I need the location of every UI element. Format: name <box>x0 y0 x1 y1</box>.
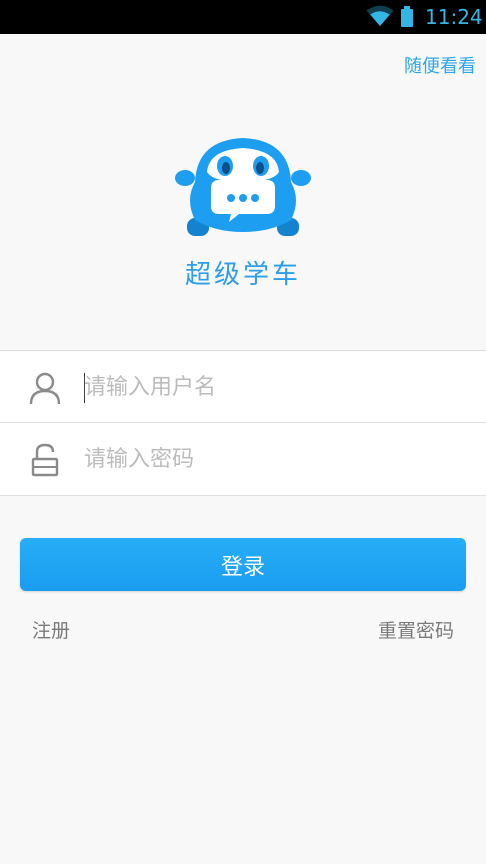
username-row <box>0 351 486 422</box>
app-logo-car-icon <box>175 138 311 236</box>
status-bar: 11:24 <box>0 0 486 34</box>
status-time: 11:24 <box>425 5 483 29</box>
reset-password-link[interactable]: 重置密码 <box>378 616 454 643</box>
user-icon <box>29 372 61 405</box>
register-link[interactable]: 注册 <box>32 616 70 643</box>
username-input[interactable] <box>84 365 464 409</box>
wifi-icon <box>366 5 394 26</box>
app-name: 超级学车 <box>184 260 301 290</box>
password-input[interactable] <box>84 437 464 481</box>
text-cursor <box>84 373 85 403</box>
password-row <box>0 423 486 494</box>
battery-icon <box>401 6 413 27</box>
browse-as-guest-link[interactable]: 随便看看 <box>404 52 476 78</box>
unlock-icon <box>31 443 59 477</box>
login-button[interactable]: 登录 <box>20 538 466 591</box>
login-form <box>0 350 486 496</box>
